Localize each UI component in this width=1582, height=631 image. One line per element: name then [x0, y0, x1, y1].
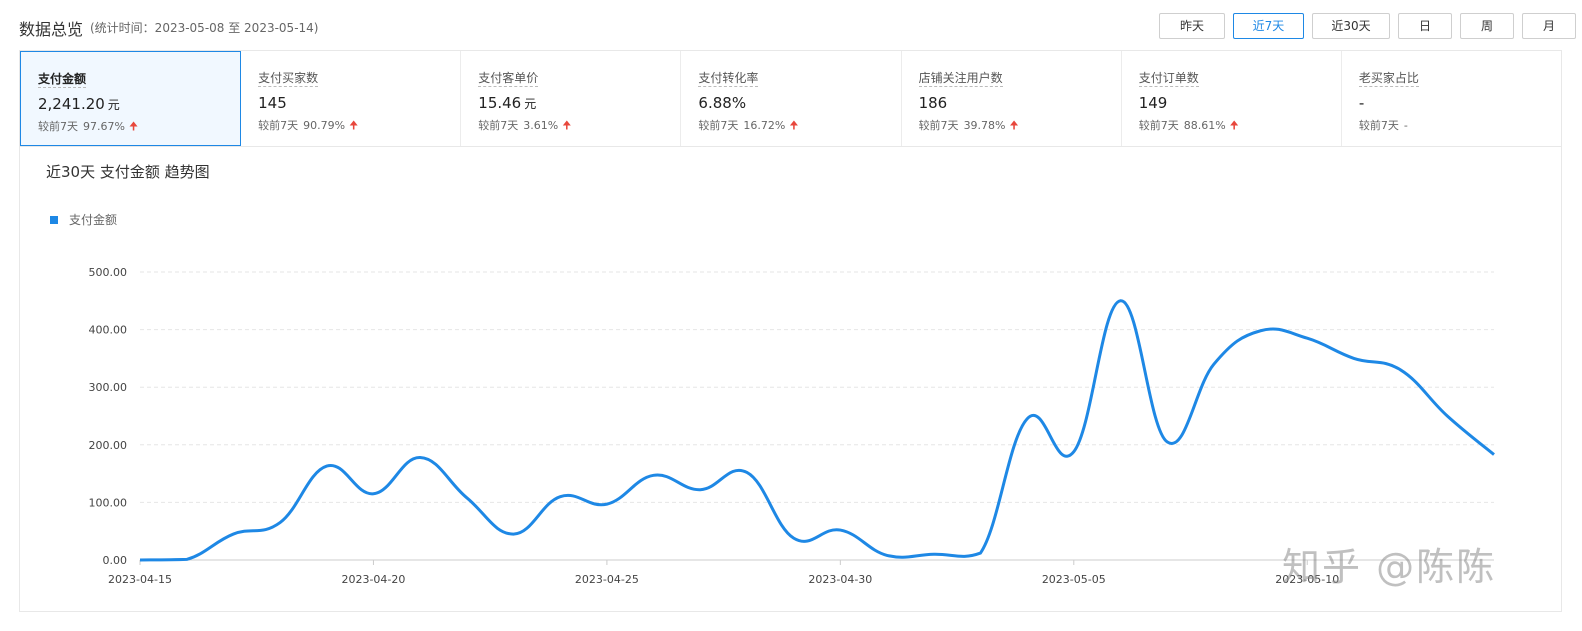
data-point[interactable]: [836, 526, 844, 534]
metric-value: 2,241.20 元: [38, 95, 120, 113]
data-point[interactable]: [603, 500, 611, 508]
metric-card[interactable]: 支付金额 2,241.20 元较前7天 97.67% 🠉: [20, 51, 242, 146]
period-yesterday-button[interactable]: 昨天: [1159, 13, 1225, 39]
metric-compare: 较前7天 3.61% 🠉: [478, 119, 572, 132]
period-selector: 昨天 近7天 近30天 日 周 月: [1151, 13, 1576, 39]
data-point[interactable]: [1210, 360, 1218, 368]
data-point[interactable]: [416, 453, 424, 461]
trend-up-icon: 🠉: [349, 119, 359, 132]
data-point[interactable]: [323, 462, 331, 470]
data-point[interactable]: [1490, 451, 1498, 459]
metric-cards: 支付金额 2,241.20 元较前7天 97.67% 🠉 支付买家数 145 较前7天 90.7…: [19, 50, 1562, 146]
metric-card[interactable]: 支付订单数 149 较前7天 88.61% 🠉: [1122, 51, 1342, 146]
metric-compare: 较前7天 90.79% 🠉: [258, 119, 359, 132]
x-tick-label: 2023-04-15: [108, 573, 172, 586]
data-point[interactable]: [229, 530, 237, 538]
period-7days-button[interactable]: 近7天: [1233, 13, 1304, 39]
metric-compare: 较前7天 88.61% 🠉: [1138, 119, 1239, 132]
series-line[interactable]: [139, 299, 1495, 562]
overview-header: 数据总览 (统计时间：2023-05-08 至 2023-05-14) 昨天 近…: [0, 0, 1582, 50]
metric-unit: 元: [107, 98, 120, 112]
trend-up-icon: 🠉: [1229, 119, 1239, 132]
metric-value: 15.46 元: [478, 94, 537, 112]
y-tick-label: 500.00: [89, 266, 128, 279]
y-tick-label: 200.00: [89, 439, 128, 452]
y-tick-label: 0.00: [103, 554, 128, 567]
trend-up-icon: 🠉: [128, 120, 139, 133]
data-point[interactable]: [743, 468, 751, 476]
metric-value: -: [1358, 94, 1365, 112]
x-tick-label: 2023-04-30: [808, 573, 872, 586]
page-title: 数据总览: [19, 20, 84, 39]
data-point[interactable]: [1397, 366, 1405, 374]
data-point[interactable]: [510, 530, 518, 538]
data-point[interactable]: [556, 493, 564, 501]
metric-card[interactable]: 店铺关注用户数 186 较前7天 39.78% 🠉: [902, 51, 1122, 146]
data-point[interactable]: [369, 490, 377, 498]
metric-compare: 较前7天 16.72% 🠉: [698, 119, 799, 132]
period-month-button[interactable]: 月: [1522, 13, 1576, 39]
metric-value: 145: [258, 94, 287, 112]
data-point[interactable]: [1116, 297, 1124, 305]
data-point[interactable]: [1350, 354, 1358, 362]
metric-label: 支付客单价: [478, 71, 539, 87]
y-tick-label: 400.00: [89, 324, 128, 337]
metric-label: 支付转化率: [698, 71, 759, 87]
data-point[interactable]: [1443, 412, 1451, 420]
metric-value: 6.88%: [698, 94, 747, 112]
period-30days-button[interactable]: 近30天: [1312, 13, 1390, 39]
data-point[interactable]: [1023, 415, 1031, 423]
data-point[interactable]: [650, 471, 658, 479]
x-tick-label: 2023-04-25: [575, 573, 639, 586]
metric-card[interactable]: 支付转化率 6.88% 较前7天 16.72% 🠉: [681, 51, 902, 146]
metric-unit: 元: [524, 97, 537, 111]
data-point[interactable]: [1257, 327, 1265, 335]
period-day-button[interactable]: 日: [1398, 13, 1452, 39]
metric-value: 186: [918, 94, 948, 112]
x-tick-label: 2023-04-20: [341, 573, 405, 586]
metric-card[interactable]: 支付客单价 15.46 元较前7天 3.61% 🠉: [461, 51, 682, 146]
metric-compare: 较前7天 39.78% 🠉: [918, 119, 1019, 132]
period-week-button[interactable]: 周: [1460, 13, 1514, 39]
watermark: 知乎 @陈陈: [1282, 545, 1497, 589]
data-point[interactable]: [276, 519, 284, 527]
data-point[interactable]: [696, 486, 704, 494]
trend-up-icon: 🠉: [1009, 119, 1019, 132]
data-point[interactable]: [790, 534, 798, 542]
data-point[interactable]: [1163, 438, 1171, 446]
trend-up-icon: 🠉: [789, 119, 799, 132]
metric-card[interactable]: 支付买家数 145 较前7天 90.79% 🠉: [241, 51, 462, 146]
data-point[interactable]: [1070, 448, 1078, 456]
metric-label: 支付订单数: [1138, 71, 1199, 87]
data-point[interactable]: [930, 550, 938, 558]
metric-label: 老买家占比: [1358, 71, 1419, 87]
metric-label: 店铺关注用户数: [918, 71, 1003, 87]
metric-card[interactable]: 老买家占比 - 较前7天 -: [1342, 51, 1561, 146]
y-tick-label: 100.00: [89, 496, 128, 509]
metric-compare: 较前7天 97.67% 🠉: [38, 120, 139, 133]
metric-label: 支付买家数: [258, 71, 319, 87]
trend-up-icon: 🠉: [562, 119, 572, 132]
data-point[interactable]: [883, 551, 891, 559]
y-tick-label: 300.00: [89, 381, 128, 394]
data-point[interactable]: [1303, 334, 1311, 342]
date-range-subtitle: (统计时间：2023-05-08 至 2023-05-14): [90, 21, 319, 35]
metric-label: 支付金额: [38, 72, 87, 88]
x-tick-label: 2023-05-05: [1042, 573, 1106, 586]
data-point[interactable]: [136, 556, 144, 564]
data-point[interactable]: [976, 549, 984, 557]
data-point[interactable]: [183, 555, 191, 563]
metric-value: 149: [1138, 94, 1168, 112]
metric-compare: 较前7天 -: [1358, 119, 1408, 132]
data-point[interactable]: [463, 494, 471, 502]
